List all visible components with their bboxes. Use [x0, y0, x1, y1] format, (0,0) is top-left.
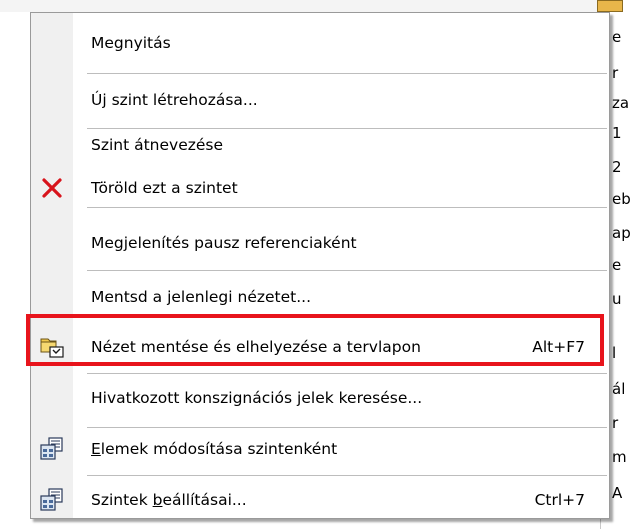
- menu-item-label: Szintek beállításai...: [91, 491, 247, 509]
- story-settings-icon: [39, 488, 65, 512]
- menu-separator: [87, 270, 607, 271]
- background-text: l: [612, 344, 617, 362]
- delete-x-icon: [39, 176, 65, 200]
- menu-separator: [87, 373, 607, 374]
- menu-item-find-referring-markers[interactable]: Hivatkozott konszignációs jelek keresése…: [31, 377, 609, 419]
- menu-item-open[interactable]: Megnyitás: [31, 22, 609, 64]
- background-text: r: [612, 64, 619, 82]
- menu-item-rename-story[interactable]: Szint átnevezése: [31, 124, 609, 166]
- background-text: u: [612, 290, 622, 308]
- background-text: ap: [612, 224, 631, 242]
- menu-item-label: Elemek módosítása szintenként: [91, 440, 338, 458]
- menu-item-show-as-trace[interactable]: Megjelenítés pausz referenciaként: [31, 222, 609, 264]
- menu-item-label: Új szint létrehozása...: [91, 91, 258, 109]
- menu-item-save-current-view[interactable]: Mentsd a jelenlegi nézetet...: [31, 276, 609, 318]
- background-folder-icon: [597, 0, 623, 12]
- menu-separator: [87, 475, 607, 476]
- menu-item-story-settings[interactable]: Szintek beállításai... Ctrl+7: [31, 479, 609, 521]
- menu-item-delete-story[interactable]: Töröld ezt a szintet: [31, 167, 609, 209]
- menu-item-label: Szint átnevezése: [91, 136, 224, 154]
- background-text: e: [612, 28, 622, 46]
- background-text: m: [612, 448, 627, 466]
- menu-item-label: Megnyitás: [91, 34, 171, 52]
- menu-separator: [87, 73, 607, 74]
- menu-item-label: Megjelenítés pausz referenciaként: [91, 234, 357, 252]
- menu-item-edit-elements-by-story[interactable]: Elemek módosítása szintenként: [31, 428, 609, 470]
- story-settings-icon: [39, 437, 65, 461]
- menu-item-new-story[interactable]: Új szint létrehozása...: [31, 79, 609, 121]
- context-menu: Megnyitás Új szint létrehozása... Szint …: [30, 12, 610, 519]
- background-text: eb: [612, 190, 631, 208]
- menu-item-label: Hivatkozott konszignációs jelek keresése…: [91, 389, 423, 407]
- background-text: ál: [612, 380, 626, 398]
- menu-item-label: Mentsd a jelenlegi nézetet...: [91, 288, 312, 306]
- background-text: za: [612, 94, 630, 112]
- background-text: A: [612, 484, 623, 502]
- background-text: 1: [612, 124, 622, 142]
- menu-separator: [87, 207, 607, 208]
- menu-item-label: Töröld ezt a szintet: [91, 179, 238, 197]
- background-text: e: [612, 256, 622, 274]
- background-text: 2: [612, 158, 622, 176]
- background-text: r: [612, 414, 619, 432]
- background-toolbar: [0, 0, 633, 12]
- menu-item-shortcut: Ctrl+7: [534, 491, 585, 509]
- highlight-annotation-box: [26, 314, 604, 366]
